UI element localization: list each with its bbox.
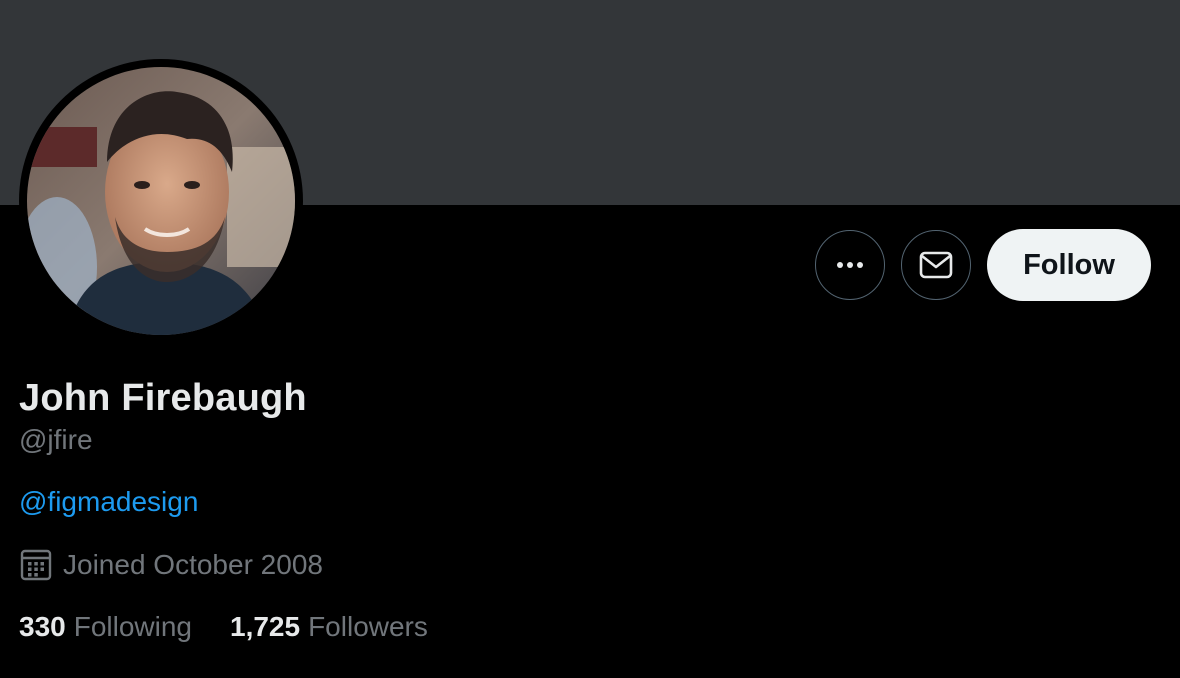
followers-link[interactable]: 1,725 Followers <box>230 609 428 645</box>
follow-stats: 330 Following 1,725 Followers <box>19 609 466 645</box>
more-button[interactable] <box>815 230 885 300</box>
message-button[interactable] <box>901 230 971 300</box>
followers-count: 1,725 <box>230 611 301 642</box>
more-horizontal-icon <box>837 262 863 268</box>
join-date: Joined October 2008 <box>19 547 466 583</box>
profile-actions: Follow <box>815 229 1151 301</box>
join-date-text: Joined October 2008 <box>63 549 323 580</box>
follow-button[interactable]: Follow <box>987 229 1151 301</box>
calendar-icon <box>20 549 52 581</box>
profile-name: John Firebaugh <box>19 377 307 419</box>
profile-handle: @jfire <box>19 424 93 455</box>
envelope-icon <box>919 251 953 279</box>
avatar-photo <box>27 67 295 335</box>
followers-label: Followers <box>308 611 428 642</box>
bio-mention-link[interactable]: @figmadesign <box>19 484 466 520</box>
avatar[interactable] <box>19 59 303 343</box>
following-label: Following <box>73 611 192 642</box>
profile-info: John Firebaugh @jfire @figmadesign Joine… <box>19 374 466 645</box>
profile-page: Follow John Firebaugh @jfire @figmadesig… <box>0 0 1180 678</box>
following-link[interactable]: 330 Following <box>19 609 192 645</box>
following-count: 330 <box>19 611 66 642</box>
